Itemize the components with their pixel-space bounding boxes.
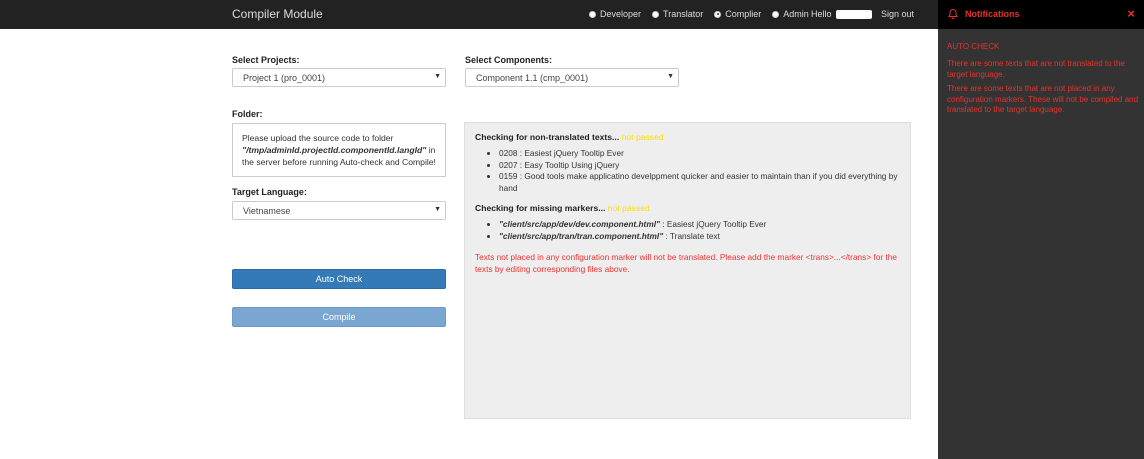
role-translator[interactable]: Translator <box>652 9 703 19</box>
language-select-value: Vietnamese <box>243 206 291 216</box>
role-admin[interactable]: Admin <box>772 9 809 19</box>
role-complier-label: Complier <box>725 9 762 19</box>
components-label: Select Components: <box>465 55 553 65</box>
language-select[interactable]: Vietnamese ▼ <box>232 201 446 220</box>
folder-text-post: the server before running Auto-check and… <box>242 157 436 167</box>
signout-link[interactable]: Sign out <box>881 9 914 19</box>
notification-message: There are some texts that are not placed… <box>947 84 1139 114</box>
markers-status: not passed <box>607 203 650 213</box>
notifications-panel: Notifications × AUTO CHECK There are som… <box>938 0 1144 459</box>
folder-label: Folder: <box>232 109 263 119</box>
nontranslated-heading-text: Checking for non-translated texts... <box>475 132 620 142</box>
list-item: "client/src/app/dev/dev.component.html" … <box>499 219 900 231</box>
top-navbar: Compiler Module Developer Translator Com… <box>0 0 938 29</box>
marker-file: "client/src/app/dev/dev.component.html" <box>499 219 660 229</box>
list-item: 0208 : Easiest jQuery Tooltip Ever <box>499 148 900 160</box>
role-selector: Developer Translator Complier Admin <box>589 9 820 19</box>
folder-info-box: Please upload the source code to folder … <box>232 123 446 177</box>
nontranslated-status: not passed <box>621 132 664 142</box>
folder-path: "/tmp/adminId.projectId.componentId.lang… <box>242 145 427 155</box>
projects-select-value: Project 1 (pro_0001) <box>243 73 326 83</box>
list-item: 0207 : Easy Tooltip Using jQuery <box>499 160 900 172</box>
caret-down-icon: ▼ <box>667 73 674 80</box>
user-greeting: Hello <box>811 9 872 19</box>
marker-warning: Texts not placed in any configuration ma… <box>475 252 897 274</box>
marker-text: : Easiest jQuery Tooltip Ever <box>659 219 767 229</box>
nontranslated-list: 0208 : Easiest jQuery Tooltip Ever 0207 … <box>475 148 900 194</box>
notification-section-title: AUTO CHECK <box>947 42 1000 51</box>
check-results-panel: Checking for non-translated texts... not… <box>464 122 911 419</box>
notification-message: There are some texts that are not transl… <box>947 59 1125 79</box>
bell-icon <box>948 8 958 19</box>
caret-down-icon: ▼ <box>434 73 441 80</box>
marker-text: : Translate text <box>663 230 720 241</box>
folder-text-mid: in <box>426 145 436 155</box>
notifications-header: Notifications × <box>938 0 1144 29</box>
components-select-value: Component 1.1 (cmp_0001) <box>476 73 589 83</box>
markers-heading: Checking for missing markers... not pass… <box>475 203 900 213</box>
markers-heading-text: Checking for missing markers... <box>475 203 606 213</box>
role-complier[interactable]: Complier <box>714 9 761 19</box>
role-translator-label: Translator <box>663 9 704 19</box>
radio-admin[interactable] <box>772 10 780 18</box>
role-developer[interactable]: Developer <box>589 9 641 19</box>
list-item: 0159 : Good tools make applicatino devel… <box>499 171 900 194</box>
marker-file: "client/src/app/tran/tran.component.html… <box>499 230 664 241</box>
folder-text-pre: Please upload the source code to folder <box>242 133 394 143</box>
notifications-title: Notifications <box>965 9 1020 19</box>
caret-down-icon: ▼ <box>434 206 441 213</box>
redacted-username <box>835 9 872 19</box>
radio-developer[interactable] <box>589 10 596 18</box>
role-admin-label: Admin <box>783 9 809 19</box>
projects-label: Select Projects: <box>232 55 300 65</box>
markers-list: "client/src/app/dev/dev.component.html" … <box>475 219 900 242</box>
nontranslated-heading: Checking for non-translated texts... not… <box>475 132 900 142</box>
app-title[interactable]: Compiler Module <box>232 7 323 21</box>
radio-translator[interactable] <box>652 10 660 18</box>
compile-button[interactable]: Compile <box>232 307 446 327</box>
projects-select[interactable]: Project 1 (pro_0001) ▼ <box>232 68 446 87</box>
auto-check-button[interactable]: Auto Check <box>232 269 446 289</box>
close-icon[interactable]: × <box>1127 6 1135 21</box>
hello-label: Hello <box>811 9 832 19</box>
components-select[interactable]: Component 1.1 (cmp_0001) ▼ <box>465 68 679 87</box>
radio-complier[interactable] <box>714 10 722 18</box>
language-label: Target Language: <box>232 187 307 197</box>
role-developer-label: Developer <box>600 9 642 19</box>
list-item: "client/src/app/tran/tran.component.html… <box>499 231 900 243</box>
